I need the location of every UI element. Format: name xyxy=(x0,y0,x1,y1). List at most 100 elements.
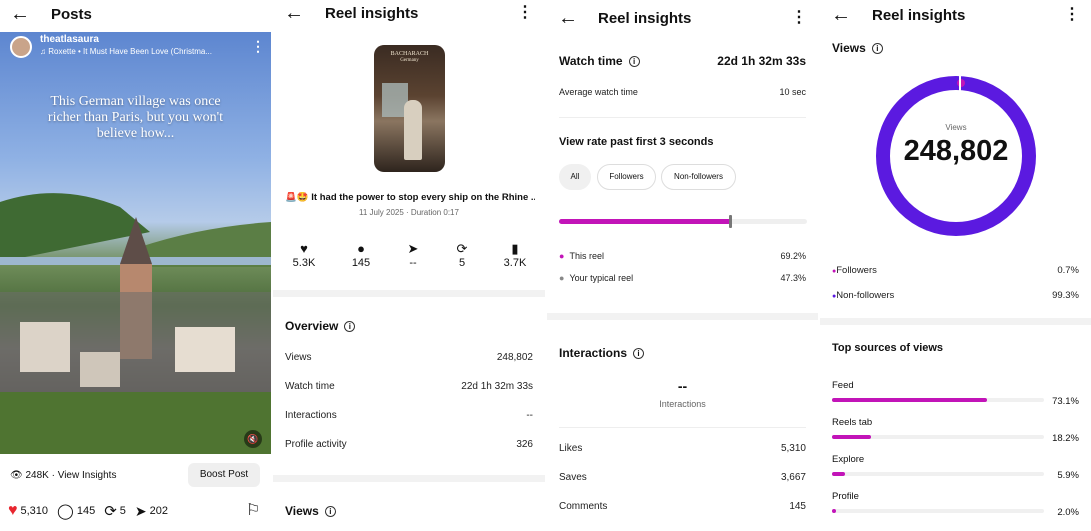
bookmark-icon[interactable]: ⚐ xyxy=(246,500,260,520)
row-value: -- xyxy=(526,410,533,421)
watch-time-heading: Watch time i xyxy=(559,54,640,68)
info-icon[interactable]: i xyxy=(633,348,645,359)
overview-row: Views 248,802 xyxy=(285,352,533,363)
stat-value: -- xyxy=(409,257,417,269)
send-icon[interactable]: ➤ xyxy=(135,503,147,520)
stat-value: 5 xyxy=(458,257,466,269)
reel-thumbnail[interactable]: BACHARACH Germany xyxy=(374,45,445,172)
interaction-row: Likes 5,310 xyxy=(559,443,806,454)
source-bar xyxy=(832,398,1044,402)
this-reel-row: ● This reel 69.2% xyxy=(559,251,806,261)
divider xyxy=(273,290,545,297)
more-options-icon[interactable]: ⋮ xyxy=(791,10,807,26)
more-options-icon[interactable]: ⋮ xyxy=(251,38,265,55)
filter-non-followers[interactable]: Non-followers xyxy=(661,164,736,190)
send-icon: ➤ xyxy=(407,241,419,256)
info-icon[interactable]: i xyxy=(344,321,356,332)
repost-icon: ⟳ xyxy=(456,241,468,256)
interaction-row: Comments 145 xyxy=(559,501,806,512)
row-label: ●Non-followers xyxy=(832,290,894,301)
divider xyxy=(547,313,818,320)
row-label: Likes xyxy=(559,443,583,454)
row-label: Average watch time xyxy=(559,87,638,97)
row-label: Interactions xyxy=(285,410,337,421)
back-arrow-icon[interactable]: ← xyxy=(558,8,578,28)
figure-shape xyxy=(404,100,422,160)
source-value: 2.0% xyxy=(1057,507,1079,518)
view-rate-bar xyxy=(559,215,807,228)
page-title: Reel insights xyxy=(598,10,692,27)
divider xyxy=(820,318,1091,325)
row-label: Comments xyxy=(559,501,608,512)
thumb-title: BACHARACH xyxy=(390,51,429,57)
source-bar-fill xyxy=(832,435,871,439)
back-arrow-icon[interactable]: ← xyxy=(284,3,304,23)
row-label: Saves xyxy=(559,472,587,483)
row-value: 10 sec xyxy=(779,87,806,97)
source-bar xyxy=(832,435,1044,439)
mute-icon[interactable]: 🔇 xyxy=(244,430,262,448)
page-title: Reel insights xyxy=(872,7,966,24)
post-username[interactable]: theatlasaura xyxy=(40,34,99,45)
back-arrow-icon[interactable]: ← xyxy=(831,5,851,25)
filter-all[interactable]: All xyxy=(559,164,591,190)
divider xyxy=(559,117,806,118)
comment-icon[interactable]: ◯ xyxy=(57,502,74,520)
comment-icon: ● xyxy=(357,241,365,256)
info-icon[interactable]: i xyxy=(628,56,640,67)
interaction-row: Saves 3,667 xyxy=(559,472,806,483)
divider xyxy=(559,427,806,428)
row-value: 248,802 xyxy=(496,352,533,363)
eye-icon: 👁 xyxy=(10,470,26,481)
divider xyxy=(273,475,545,482)
row-value: 3,667 xyxy=(780,472,806,483)
ring-gap xyxy=(959,75,961,91)
post-music[interactable]: ♫ Roxette • It Must Have Been Love (Chri… xyxy=(40,47,212,56)
music-note-icon: ♫ xyxy=(40,47,49,56)
stat-value: 145 xyxy=(351,257,371,269)
sources-title: Top sources of views xyxy=(832,342,944,354)
stat-shares: ➤ -- xyxy=(388,241,438,269)
avatar[interactable] xyxy=(10,36,32,58)
row-label: Views xyxy=(285,352,312,363)
source-label: Profile xyxy=(832,491,859,502)
boost-post-button[interactable]: Boost Post xyxy=(188,463,260,487)
row-label: ● This reel xyxy=(559,251,604,261)
row-value: 0.7% xyxy=(1057,265,1079,276)
info-icon[interactable]: i xyxy=(324,506,336,517)
source-label: Reels tab xyxy=(832,417,873,428)
source-bar xyxy=(832,509,1044,513)
page-title: Posts xyxy=(51,6,92,23)
legend-dot-icon: ● xyxy=(559,273,565,283)
reel-caption: 🚨🤩 It had the power to stop every ship o… xyxy=(285,192,535,203)
typical-reel-marker xyxy=(728,215,732,228)
row-label: ●Followers xyxy=(832,265,877,276)
filter-followers[interactable]: Followers xyxy=(597,164,656,190)
overview-row: Profile activity 326 xyxy=(285,439,533,450)
ring-label: Views xyxy=(945,123,967,132)
reel-video[interactable]: theatlasaura ♫ Roxette • It Must Have Be… xyxy=(0,32,271,454)
overview-row: Watch time 22d 1h 32m 33s xyxy=(285,381,533,392)
reel-insights-watch-panel: ← Reel insights ⋮ Watch time i 22d 1h 32m… xyxy=(547,0,818,531)
repost-icon[interactable]: ⟳ xyxy=(104,502,117,520)
thumb-subtitle: Germany xyxy=(400,58,419,63)
more-options-icon[interactable]: ⋮ xyxy=(517,5,533,21)
reel-insights-overview-panel: ← Reel insights ⋮ BACHARACH Germany 🚨🤩 I… xyxy=(273,0,545,531)
row-value: 145 xyxy=(789,501,806,512)
more-options-icon[interactable]: ⋮ xyxy=(1064,7,1080,23)
source-value: 5.9% xyxy=(1057,470,1079,481)
page-title: Reel insights xyxy=(325,5,419,22)
avg-watch-row: Average watch time 10 sec xyxy=(559,87,806,97)
row-value: 22d 1h 32m 33s xyxy=(461,381,533,392)
view-insights-link[interactable]: 👁 248K · View Insights xyxy=(10,470,116,481)
heart-icon[interactable]: ♥ xyxy=(8,502,18,520)
overview-heading: Overview i xyxy=(285,319,356,333)
stat-value: 5.3K xyxy=(292,257,316,269)
back-arrow-icon[interactable]: ← xyxy=(10,4,30,24)
interactions-title: Interactions xyxy=(559,346,628,360)
view-rate-title: View rate past first 3 seconds xyxy=(559,136,714,148)
source-bar-fill xyxy=(832,472,845,476)
label-text: This reel xyxy=(569,251,604,261)
overview-title: Overview xyxy=(285,319,339,333)
info-icon[interactable]: i xyxy=(871,43,883,54)
